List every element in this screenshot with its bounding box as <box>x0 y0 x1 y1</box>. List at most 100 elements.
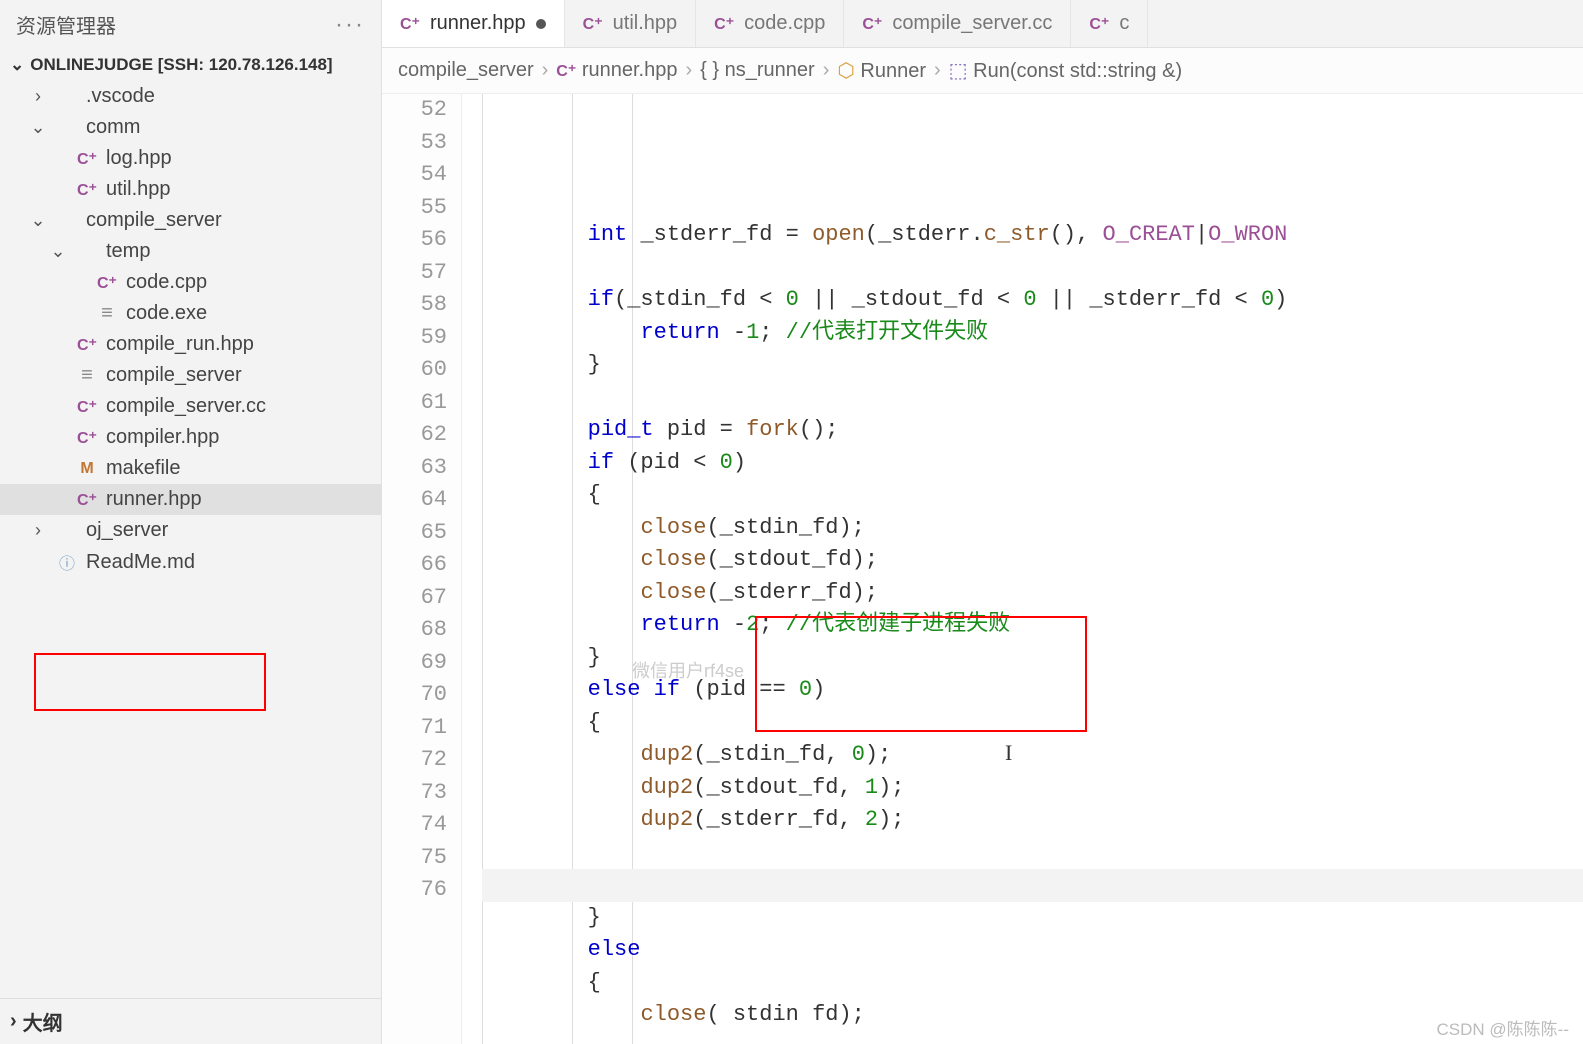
tree-file[interactable]: C⁺util.hpp <box>0 174 381 205</box>
tab[interactable]: C⁺ compile_server.cc <box>844 0 1071 47</box>
tree-file[interactable]: ≡ compile_server <box>0 360 381 391</box>
breadcrumb-item[interactable]: compile_server <box>398 59 534 82</box>
tree-file[interactable]: C⁺ compile_run.hpp <box>0 329 381 360</box>
tree-folder[interactable]: ⌄compile_server <box>0 205 381 236</box>
explorer-header: 资源管理器 ··· <box>0 0 381 49</box>
outline-header[interactable]: › 大纲 <box>0 998 381 1044</box>
tree-item-label: compile_server <box>106 364 242 387</box>
code-line[interactable] <box>482 837 1583 870</box>
tab-label: compile_server.cc <box>892 12 1052 35</box>
code-line[interactable]: close( stdin fd); <box>482 999 1583 1032</box>
code-line[interactable]: { <box>482 707 1583 740</box>
breadcrumb-separator-icon: › <box>685 59 692 82</box>
tree-file[interactable]: C⁺code.cpp <box>0 267 381 298</box>
file-icon: ≡ <box>76 364 98 387</box>
tree-file[interactable]: Mmakefile <box>0 453 381 484</box>
info-icon: ⓘ <box>56 550 78 574</box>
cpp-icon: C⁺ <box>76 335 98 355</box>
line-gutter: 5253545556575859606162636465666768697071… <box>382 94 462 1044</box>
code-line[interactable]: { <box>482 967 1583 1000</box>
cpp-icon: C⁺ <box>862 14 882 34</box>
code-line[interactable]: pid_t pid = fork(); <box>482 414 1583 447</box>
line-number: 60 <box>382 354 447 387</box>
code-line[interactable]: } <box>482 902 1583 935</box>
code-content[interactable]: 微信用户rf4se I int _stderr_fd = open(_stder… <box>462 94 1583 1044</box>
tree-item-label: comm <box>86 116 140 139</box>
tree-item-label: compile_server.cc <box>106 395 266 418</box>
tree-file[interactable]: C⁺compile_server.cc <box>0 391 381 422</box>
tree-item-label: .vscode <box>86 85 155 108</box>
code-line[interactable] <box>482 869 1583 902</box>
code-line[interactable]: else <box>482 934 1583 967</box>
tree-folder[interactable]: ›oj_server <box>0 515 381 546</box>
modified-dot-icon <box>536 19 546 29</box>
tree-folder[interactable]: ⌄temp <box>0 236 381 267</box>
breadcrumb-separator-icon: › <box>823 59 830 82</box>
code-line[interactable]: return -1; //代表打开文件失败 <box>482 317 1583 350</box>
line-number: 74 <box>382 809 447 842</box>
tab-label: util.hpp <box>613 12 678 35</box>
line-number: 66 <box>382 549 447 582</box>
tab[interactable]: C⁺code.cpp <box>696 0 844 47</box>
tree-file[interactable]: C⁺compiler.hpp <box>0 422 381 453</box>
tree-item-label: compile_server <box>86 209 222 232</box>
tree-file[interactable]: ≡code.exe <box>0 298 381 329</box>
line-number: 52 <box>382 94 447 127</box>
outline-title: 大纲 <box>23 1007 63 1036</box>
chevron-right-icon: › <box>10 1010 17 1033</box>
breadcrumb-separator-icon: › <box>934 59 941 82</box>
line-number: 67 <box>382 582 447 615</box>
code-line[interactable] <box>482 382 1583 415</box>
tab[interactable]: C⁺util.hpp <box>565 0 697 47</box>
cpp-icon: C⁺ <box>76 490 98 510</box>
code-line[interactable]: } <box>482 349 1583 382</box>
breadcrumb-item[interactable]: { } ns_runner <box>700 59 815 82</box>
code-line[interactable]: if(_stdin_fd < 0 || _stdout_fd < 0 || _s… <box>482 284 1583 317</box>
line-number: 76 <box>382 874 447 907</box>
code-line[interactable]: dup2(_stderr_fd, 2); <box>482 804 1583 837</box>
line-number: 69 <box>382 647 447 680</box>
tree-file[interactable]: C⁺log.hpp <box>0 143 381 174</box>
code-line[interactable]: close(_stdout_fd); <box>482 544 1583 577</box>
text-cursor-icon: I <box>1005 740 1012 766</box>
line-number: 61 <box>382 387 447 420</box>
code-line[interactable]: close(_stderr_fd); <box>482 577 1583 610</box>
line-number: 64 <box>382 484 447 517</box>
tree-folder[interactable]: ⌄comm <box>0 112 381 143</box>
code-line[interactable]: dup2(_stdout_fd, 1); <box>482 772 1583 805</box>
code-line[interactable]: dup2(_stdin_fd, 0); <box>482 739 1583 772</box>
code-line[interactable]: else if (pid == 0) <box>482 674 1583 707</box>
tab[interactable]: C⁺runner.hpp <box>382 0 565 47</box>
chevron-icon: › <box>28 86 48 107</box>
breadcrumb-item[interactable]: ⬡ Runner <box>837 58 926 83</box>
tree-item-label: compile_run.hpp <box>106 333 254 356</box>
highlight-box <box>34 653 266 711</box>
breadcrumb-item[interactable]: ⬚ Run(const std::string &) <box>949 58 1182 83</box>
project-header[interactable]: ⌄ ONLINEJUDGE [SSH: 120.78.126.148] <box>0 49 381 81</box>
tree-file[interactable]: ⓘ ReadMe.md <box>0 546 381 578</box>
code-line[interactable]: } <box>482 642 1583 675</box>
line-number: 57 <box>382 257 447 290</box>
more-icon[interactable]: ··· <box>335 11 365 39</box>
tree-item-label: runner.hpp <box>106 488 202 511</box>
breadcrumb: compile_server › C⁺ runner.hpp › { } ns_runn… <box>382 48 1583 94</box>
cpp-icon: C⁺ <box>400 14 420 34</box>
tab-bar: C⁺runner.hppC⁺util.hppC⁺code.cppC⁺compil… <box>382 0 1583 48</box>
code-line[interactable] <box>482 252 1583 285</box>
tree-item-label: ReadMe.md <box>86 551 195 574</box>
method-icon: ⬚ <box>949 58 968 83</box>
code-line[interactable]: return -2; //代表创建子进程失败 <box>482 609 1583 642</box>
tree-folder[interactable]: › .vscode <box>0 81 381 112</box>
breadcrumb-item[interactable]: C⁺ runner.hpp <box>556 59 677 82</box>
tree-item-label: temp <box>106 240 150 263</box>
code-editor[interactable]: 5253545556575859606162636465666768697071… <box>382 94 1583 1044</box>
code-line[interactable]: int _stderr_fd = open(_stderr.c_str(), O… <box>482 219 1583 252</box>
line-number: 65 <box>382 517 447 550</box>
code-line[interactable]: close(_stdin_fd); <box>482 512 1583 545</box>
tab[interactable]: C⁺c <box>1071 0 1148 47</box>
line-number: 59 <box>382 322 447 355</box>
code-line[interactable]: if (pid < 0) <box>482 447 1583 480</box>
tree-file[interactable]: C⁺ runner.hpp <box>0 484 381 515</box>
watermark-footer: CSDN @陈陈陈-- <box>1437 1015 1569 1040</box>
code-line[interactable]: { <box>482 479 1583 512</box>
